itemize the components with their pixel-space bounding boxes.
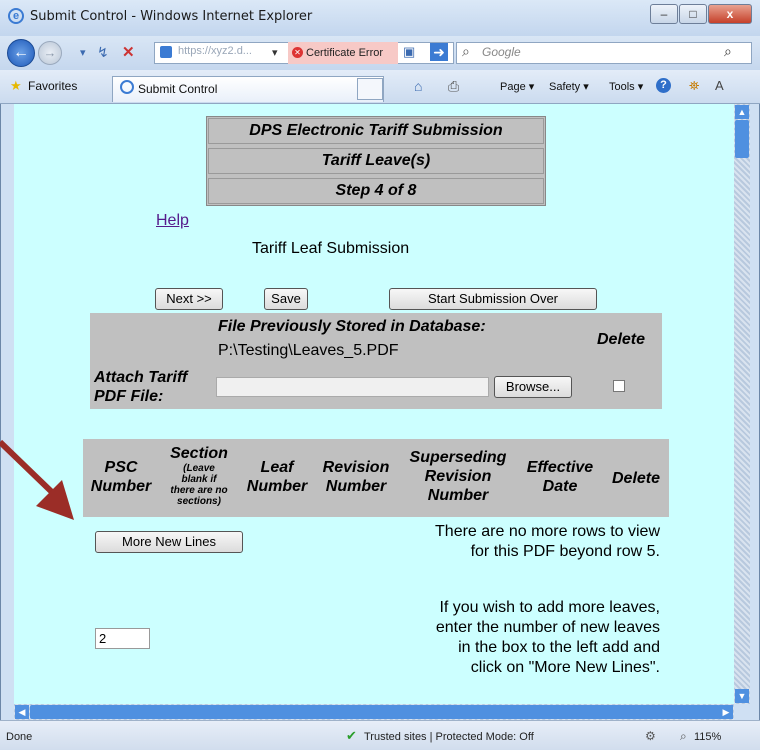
vertical-scroll-thumb[interactable] [735,120,749,158]
no-more-rows-line1: There are no more rows to view [435,523,660,540]
next-button[interactable]: Next >> [155,288,223,310]
compatibility-icon[interactable]: ↯ [97,44,109,61]
page-title: DPS Electronic Tariff Submission [208,118,544,144]
translate-icon[interactable]: A [715,78,724,93]
vertical-scrollbar[interactable] [734,104,750,704]
forward-button[interactable]: → [38,41,62,65]
zoom-level[interactable]: 115% [694,731,721,743]
col-revision-number: Revision Number [316,458,396,496]
search-icon[interactable]: ⌕ [724,43,732,60]
col-section-note-3: there are no [170,485,228,496]
tab-label[interactable]: Submit Control [138,82,217,96]
new-tab-button[interactable] [357,78,383,100]
security-zone[interactable]: Trusted sites | Protected Mode: Off [364,731,534,743]
col-section: Section (Leave blank if there are no sec… [160,444,238,507]
page-menu[interactable]: Page ▾ [500,80,534,93]
tab-ie-icon [120,80,134,94]
help-link[interactable]: Help [156,212,189,230]
col-section-note-1: (Leave [183,463,215,474]
save-button[interactable]: Save [264,288,308,310]
col-effective-line1: Effective [526,459,594,476]
search-provider-icon: ⌕ [462,43,470,59]
zone-settings-icon[interactable]: ⚙ [645,729,656,743]
col-section-label: Section [170,445,228,462]
add-more-line2: enter the number of new leaves [435,619,660,636]
page-subtitle: Tariff Leaf Submission [252,240,410,257]
col-superseding-line2: Revision [424,468,492,485]
delete-label: Delete [597,331,646,348]
address-url[interactable]: https://xyz2.d... [178,45,252,57]
col-superseding-line3: Number [427,487,489,504]
col-leaf-line2: Number [246,478,308,495]
favorites-button[interactable]: Favorites [28,79,77,93]
start-over-button[interactable]: Start Submission Over [389,288,597,310]
col-superseding: Superseding Revision Number [400,448,516,505]
maximize-button[interactable]: □ [679,4,707,24]
col-revision-line1: Revision [322,459,390,476]
add-more-line3: in the box to the left add and [458,639,660,656]
col-section-note-2: blank if [181,474,217,485]
star-icon: ★ [10,78,22,93]
attach-label-2: PDF File: [94,388,164,405]
step-indicator: Step 4 of 8 [208,178,544,204]
col-effective-date: Effective Date [520,458,600,496]
scroll-right-arrow[interactable]: ▶ [719,705,733,719]
attach-label-1: Attach Tariff [94,369,188,386]
dropdown-icon[interactable]: ▾ [80,46,86,59]
browse-button[interactable]: Browse... [494,376,572,398]
horizontal-scroll-thumb[interactable] [30,705,720,719]
help-icon[interactable]: ? [656,78,671,93]
back-button[interactable]: ← [7,39,35,67]
file-path-input[interactable] [216,377,489,397]
minimize-button[interactable]: – [650,4,678,24]
stop-icon[interactable]: ✕ [122,43,135,61]
new-lines-count-input[interactable]: 2 [95,628,150,649]
ie-logo-icon: e [8,8,24,24]
annotation-arrow [0,439,74,520]
more-new-lines-button[interactable]: More New Lines [95,531,243,553]
close-button[interactable]: x [708,4,752,24]
address-dropdown-icon[interactable]: ▾ [272,46,278,59]
error-icon: ✕ [292,47,303,58]
col-superseding-line1: Superseding [409,449,507,466]
add-more-message: If you wish to add more leaves, enter th… [360,598,660,678]
col-revision-line2: Number [325,478,387,495]
certificate-error[interactable]: Certificate Error [288,42,398,64]
stored-file-label: File Previously Stored in Database: [218,318,486,335]
stored-file-path: P:\Testing\Leaves_5.PDF [218,342,399,359]
page-icon [160,46,172,58]
col-section-note-4: sections) [177,496,221,507]
checkmark-icon: ✔ [346,728,357,743]
no-more-rows-line2: for this PDF beyond row 5. [470,543,660,560]
annotation-arrow-shaft [0,439,59,499]
delete-file-checkbox[interactable] [613,380,625,392]
add-more-line4: click on "More New Lines". [470,659,660,676]
col-leaf-line1: Leaf [260,459,294,476]
zoom-icon[interactable]: ⌕ [680,729,687,744]
scroll-up-arrow[interactable]: ▲ [735,105,749,119]
section-title: Tariff Leave(s) [208,148,544,174]
print-icon[interactable]: ⎙ [448,78,459,95]
status-done: Done [6,731,33,743]
home-icon[interactable]: ⌂ [414,78,422,94]
safety-menu[interactable]: Safety ▾ [549,80,589,93]
col-effective-line2: Date [542,478,578,495]
window-title: Submit Control - Windows Internet Explor… [30,9,313,24]
rss-icon[interactable]: ▣ [403,44,415,60]
search-placeholder[interactable]: Google [482,45,521,59]
scroll-left-arrow[interactable]: ◀ [15,705,29,719]
no-more-rows-message: There are no more rows to view for this … [360,522,660,562]
research-icon[interactable]: ⛯ [689,78,699,94]
scroll-down-arrow[interactable]: ▼ [735,689,749,703]
add-more-line1: If you wish to add more leaves, [439,599,660,616]
col-leaf-number: Leaf Number [240,458,314,496]
tools-menu[interactable]: Tools ▾ [609,80,643,93]
go-arrow-icon[interactable]: ➜ [430,43,448,61]
col-delete: Delete [611,470,661,487]
